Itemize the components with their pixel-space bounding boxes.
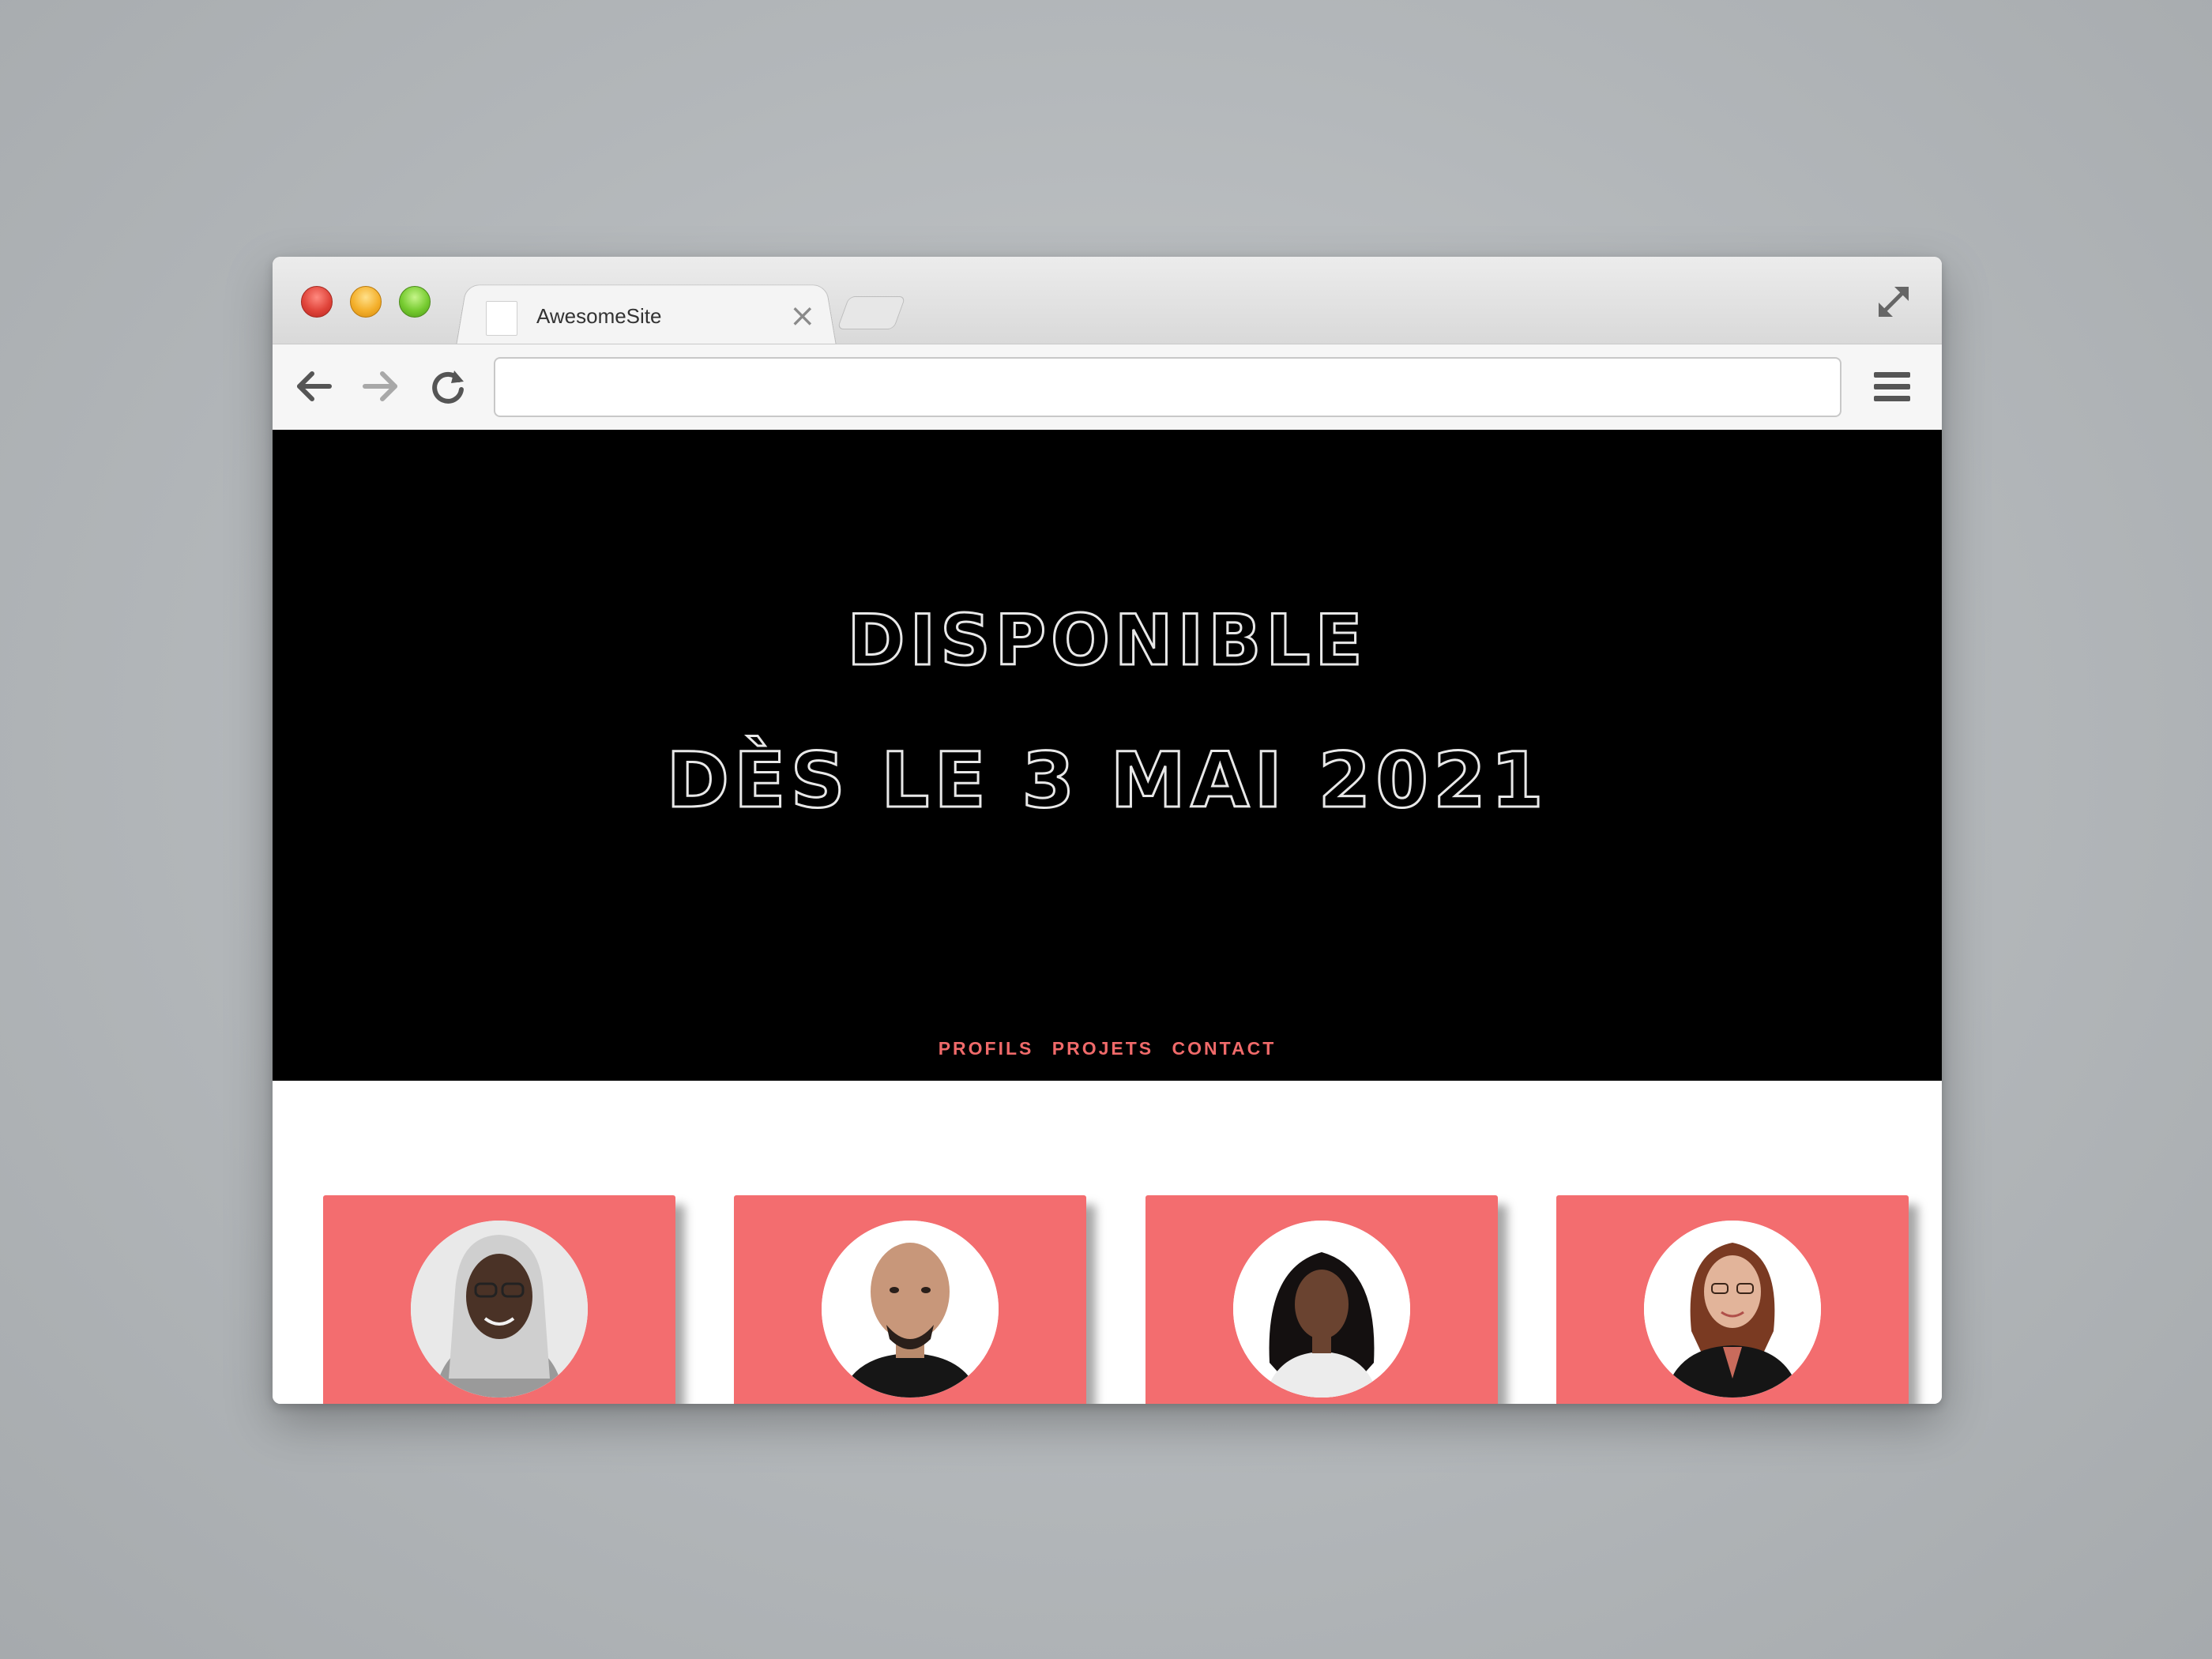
person-photo-icon [1233, 1221, 1410, 1398]
profile-card[interactable] [1146, 1195, 1498, 1404]
address-bar[interactable] [494, 357, 1841, 417]
nav-link-projects[interactable]: PROJETS [1052, 1038, 1153, 1059]
new-tab-button[interactable] [837, 296, 906, 329]
toolbar [273, 344, 1942, 431]
site-nav: PROFILS PROJETS CONTACT [273, 1038, 1942, 1059]
person-photo-icon [1644, 1221, 1821, 1398]
arrow-right-icon[interactable] [360, 366, 401, 407]
hero-section: DISPONIBLE DÈS LE 3 MAI 2021 PROFILS PRO… [273, 430, 1942, 1081]
tab-content: AwesomeSite × [486, 295, 818, 342]
minimize-window-button[interactable] [350, 286, 382, 318]
profile-card[interactable] [734, 1195, 1086, 1404]
arrow-left-icon[interactable] [293, 366, 334, 407]
tab-title: AwesomeSite [536, 304, 662, 328]
favicon-icon [486, 301, 517, 336]
hero-subtitle: DÈS LE 3 MAI 2021 [665, 735, 1548, 826]
reload-icon[interactable] [427, 366, 468, 407]
nav-link-contact[interactable]: CONTACT [1172, 1038, 1277, 1059]
page-viewport: DISPONIBLE DÈS LE 3 MAI 2021 PROFILS PRO… [273, 430, 1942, 1404]
avatar [1233, 1221, 1410, 1398]
hero-title: DISPONIBLE [846, 599, 1367, 683]
avatar [822, 1221, 999, 1398]
person-photo-icon [411, 1221, 588, 1398]
profile-card[interactable] [323, 1195, 675, 1404]
browser-window: AwesomeSite × DISPONIBLE DÈS LE 3 MAI 20… [273, 257, 1942, 1404]
hamburger-menu-icon[interactable] [1872, 369, 1912, 405]
person-photo-icon [822, 1221, 999, 1398]
close-window-button[interactable] [301, 286, 333, 318]
fullscreen-icon[interactable] [1874, 282, 1913, 322]
zoom-window-button[interactable] [399, 286, 431, 318]
title-bar: AwesomeSite × [273, 257, 1942, 346]
avatar [411, 1221, 588, 1398]
nav-link-profiles[interactable]: PROFILS [939, 1038, 1034, 1059]
tab-close-icon[interactable]: × [789, 296, 816, 336]
avatar [1644, 1221, 1821, 1398]
profile-card[interactable] [1556, 1195, 1909, 1404]
